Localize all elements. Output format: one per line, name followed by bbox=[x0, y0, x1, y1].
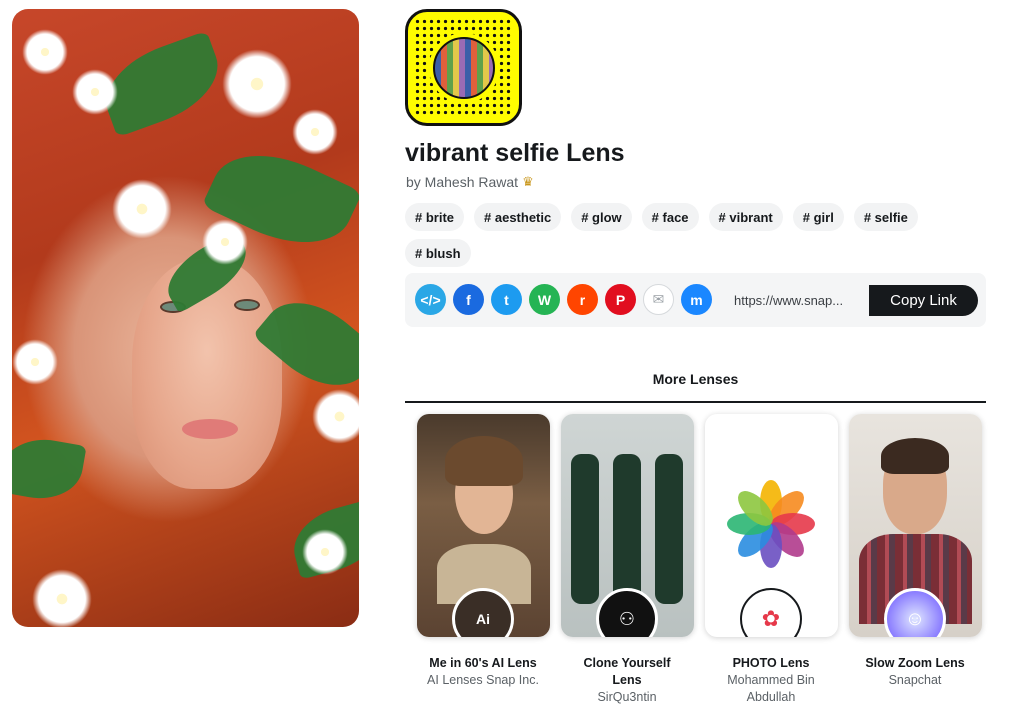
embed-icon[interactable]: </> bbox=[415, 284, 446, 315]
copy-link-button[interactable]: Copy Link bbox=[869, 285, 978, 316]
lens-card-label[interactable]: Slow Zoom Lens Snapchat bbox=[835, 655, 995, 689]
lens-card-author[interactable]: AI Lenses Snap Inc. bbox=[403, 672, 563, 689]
tag-chip[interactable]: # brite bbox=[405, 203, 465, 231]
preview-flower bbox=[312, 389, 359, 444]
ai-icon: Ai bbox=[476, 611, 490, 627]
clone-icon: ⚇ bbox=[618, 608, 636, 629]
lens-card-name[interactable]: Me in 60's AI Lens bbox=[403, 655, 563, 672]
lens-card-author[interactable]: Mohammed Bin Abdullah bbox=[716, 672, 826, 706]
tag-chip[interactable]: # aesthetic bbox=[474, 203, 562, 231]
tag-chip[interactable]: # glow bbox=[571, 203, 632, 231]
tag-chip[interactable]: # vibrant bbox=[708, 203, 783, 231]
lens-card-name[interactable]: PHOTO Lens bbox=[691, 655, 851, 672]
lens-preview-image bbox=[12, 9, 359, 627]
email-icon[interactable]: ✉ bbox=[643, 284, 674, 315]
preview-flower bbox=[222, 49, 292, 119]
photos-flower-icon bbox=[727, 480, 815, 568]
share-icons: </> f t Wr P ✉ m bbox=[415, 284, 712, 315]
card-figure bbox=[571, 454, 599, 604]
preview-leaf bbox=[12, 432, 87, 506]
lens-card[interactable]: ☺ bbox=[849, 414, 982, 637]
tag-chip[interactable]: # selfie bbox=[853, 203, 918, 231]
reddit-icon[interactable]: r bbox=[567, 284, 598, 315]
preview-flower bbox=[302, 529, 348, 575]
author-name[interactable]: by Mahesh Rawat bbox=[406, 174, 518, 190]
card-hair bbox=[445, 436, 523, 486]
preview-flower bbox=[72, 69, 118, 115]
messenger-icon[interactable]: m bbox=[681, 284, 712, 315]
lens-card-name[interactable]: Slow Zoom Lens bbox=[835, 655, 995, 672]
preview-flower bbox=[12, 339, 58, 385]
preview-flower bbox=[202, 219, 248, 265]
lens-card[interactable]: Ai bbox=[417, 414, 550, 637]
share-link[interactable]: https://www.snap... bbox=[734, 293, 843, 308]
lens-card-author[interactable]: SirQu3ntin bbox=[547, 689, 707, 706]
lens-card-label[interactable]: Me in 60's AI Lens AI Lenses Snap Inc. bbox=[403, 655, 563, 689]
tag-chip[interactable]: # face bbox=[641, 203, 699, 231]
tag-chip[interactable]: # girl bbox=[792, 203, 844, 231]
tag-list: # brite # aesthetic # glow # face # vibrant #… bbox=[405, 203, 985, 267]
preview-eye bbox=[234, 299, 260, 311]
ghost-icon: ☺ bbox=[904, 607, 926, 630]
twitter-icon[interactable]: t bbox=[491, 284, 522, 315]
lens-card-label[interactable]: PHOTO Lens Mohammed Bin Abdullah bbox=[691, 655, 851, 706]
card-avatar: ✿ bbox=[740, 588, 802, 637]
lens-card[interactable]: ⚇ bbox=[561, 414, 694, 637]
lens-title: vibrant selfie Lens bbox=[405, 139, 625, 167]
card-avatar: ⚇ bbox=[596, 588, 658, 637]
share-bar: </> f t Wr P ✉ m https://www.snap... Copy Link bbox=[405, 273, 986, 327]
tag-chip[interactable]: # blush bbox=[405, 239, 471, 267]
pinterest-icon[interactable]: P bbox=[605, 284, 636, 315]
snapcode-center bbox=[429, 33, 499, 103]
lens-thumbnail bbox=[433, 37, 495, 99]
whatsapp-icon[interactable]: W bbox=[529, 284, 560, 315]
preview-lips bbox=[182, 419, 238, 439]
lens-card[interactable]: ✿ bbox=[705, 414, 838, 637]
preview-flower bbox=[292, 109, 338, 155]
facebook-icon[interactable]: f bbox=[453, 284, 484, 315]
lens-card-label[interactable]: Clone Yourself Lens SirQu3ntin bbox=[547, 655, 707, 706]
preview-flower bbox=[112, 179, 172, 239]
lens-card-author[interactable]: Snapchat bbox=[835, 672, 995, 689]
card-hair bbox=[881, 438, 949, 474]
photos-icon: ✿ bbox=[761, 606, 781, 631]
snapcode[interactable] bbox=[405, 9, 522, 126]
crown-icon: ♛ bbox=[522, 174, 534, 189]
card-figure bbox=[613, 454, 641, 604]
card-figure bbox=[655, 454, 683, 604]
preview-flower bbox=[22, 29, 68, 75]
lens-card-name[interactable]: Clone Yourself Lens bbox=[572, 655, 682, 689]
lens-author[interactable]: by Mahesh Rawat ♛ bbox=[406, 174, 534, 190]
more-lenses-heading: More Lenses bbox=[405, 371, 986, 403]
preview-flower bbox=[32, 569, 92, 627]
